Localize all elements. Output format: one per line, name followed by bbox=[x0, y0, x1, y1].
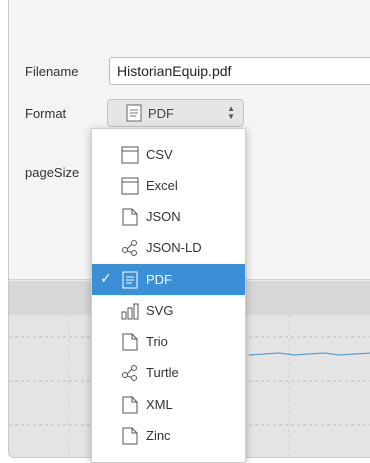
menu-item-label: Excel bbox=[146, 178, 178, 193]
file-icon bbox=[122, 208, 138, 225]
menu-item-pdf[interactable]: ✓ PDF bbox=[92, 264, 245, 295]
file-icon bbox=[122, 396, 138, 413]
menu-item-label: JSON bbox=[146, 209, 181, 224]
format-dropdown-menu: CSV Excel JSON JSON-LD ✓ PDF SVG Trio Tu… bbox=[91, 128, 246, 463]
checkmark-icon: ✓ bbox=[100, 270, 112, 286]
format-label: Format bbox=[25, 106, 67, 121]
format-select[interactable]: PDF ▲ ▼ bbox=[107, 99, 244, 127]
menu-item-label: JSON-LD bbox=[146, 240, 202, 255]
bar-chart-icon bbox=[121, 303, 139, 319]
format-select-value: PDF bbox=[148, 105, 174, 121]
menu-item-json[interactable]: JSON bbox=[92, 201, 245, 232]
dialog-header bbox=[9, 0, 370, 42]
menu-item-label: XML bbox=[146, 397, 173, 412]
graph-icon bbox=[122, 364, 137, 381]
menu-item-csv[interactable]: CSV bbox=[92, 139, 245, 170]
menu-item-label: Turtle bbox=[146, 365, 179, 380]
document-icon bbox=[121, 146, 139, 163]
filename-label: Filename bbox=[25, 64, 79, 79]
menu-item-json-ld[interactable]: JSON-LD bbox=[92, 232, 245, 263]
chart-line bbox=[248, 352, 370, 356]
menu-item-zinc[interactable]: Zinc bbox=[92, 420, 245, 451]
file-icon bbox=[122, 333, 138, 350]
file-icon bbox=[122, 427, 138, 444]
menu-item-label: CSV bbox=[146, 147, 173, 162]
graph-icon bbox=[122, 239, 137, 256]
menu-item-label: Zinc bbox=[146, 428, 171, 443]
menu-item-label: SVG bbox=[146, 303, 174, 318]
menu-item-label: Trio bbox=[146, 334, 168, 349]
up-down-arrows-icon: ▲ ▼ bbox=[227, 104, 235, 121]
menu-item-trio[interactable]: Trio bbox=[92, 326, 245, 357]
pdf-icon bbox=[122, 271, 138, 288]
pagesize-label: pageSize bbox=[25, 165, 80, 180]
menu-item-svg[interactable]: SVG bbox=[92, 295, 245, 326]
document-icon bbox=[121, 177, 139, 194]
menu-item-label: PDF bbox=[146, 272, 172, 287]
menu-item-xml[interactable]: XML bbox=[92, 389, 245, 420]
menu-item-excel[interactable]: Excel bbox=[92, 170, 245, 201]
menu-item-turtle[interactable]: Turtle bbox=[92, 357, 245, 388]
filename-input[interactable] bbox=[109, 57, 370, 85]
pdf-icon bbox=[126, 104, 142, 122]
